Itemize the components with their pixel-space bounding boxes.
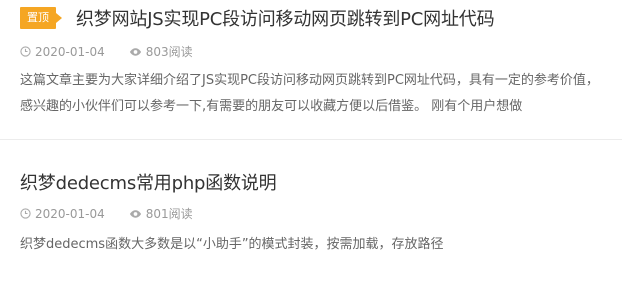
eye-icon <box>129 209 142 219</box>
article-date: 2020-01-04 <box>35 44 105 59</box>
eye-icon <box>129 47 142 57</box>
views-meta: 801阅读 <box>129 205 193 222</box>
article-excerpt: 这篇文章主要为大家详细介绍了JS实现PC段访问移动网页跳转到PC网址代码，具有一… <box>20 73 599 114</box>
article-title[interactable]: 织梦网站JS实现PC段访问移动网页跳转到PC网址代码 <box>76 5 495 31</box>
article-item: 织梦dedecms常用php函数说明 2020-01-04 801阅读 织梦de… <box>0 140 622 265</box>
article-views: 803阅读 <box>145 45 193 59</box>
views-meta: 803阅读 <box>129 43 193 60</box>
pinned-badge: 置顶 <box>20 7 62 29</box>
clock-icon <box>20 208 31 219</box>
article-views: 801阅读 <box>145 207 193 221</box>
article-excerpt: 织梦dedecms函数大多数是以“小助手”的模式封装，按需加载，存放路径 <box>20 237 444 252</box>
date-meta: 2020-01-04 <box>20 45 105 59</box>
clock-icon <box>20 46 31 57</box>
article-title[interactable]: 织梦dedecms常用php函数说明 <box>20 169 277 195</box>
article-meta: 2020-01-04 801阅读 <box>20 205 193 222</box>
article-date: 2020-01-04 <box>35 206 105 221</box>
article-meta: 2020-01-04 803阅读 <box>20 43 193 60</box>
date-meta: 2020-01-04 <box>20 207 105 221</box>
article-item: 置顶 织梦网站JS实现PC段访问移动网页跳转到PC网址代码 2020-01-04… <box>0 0 622 140</box>
